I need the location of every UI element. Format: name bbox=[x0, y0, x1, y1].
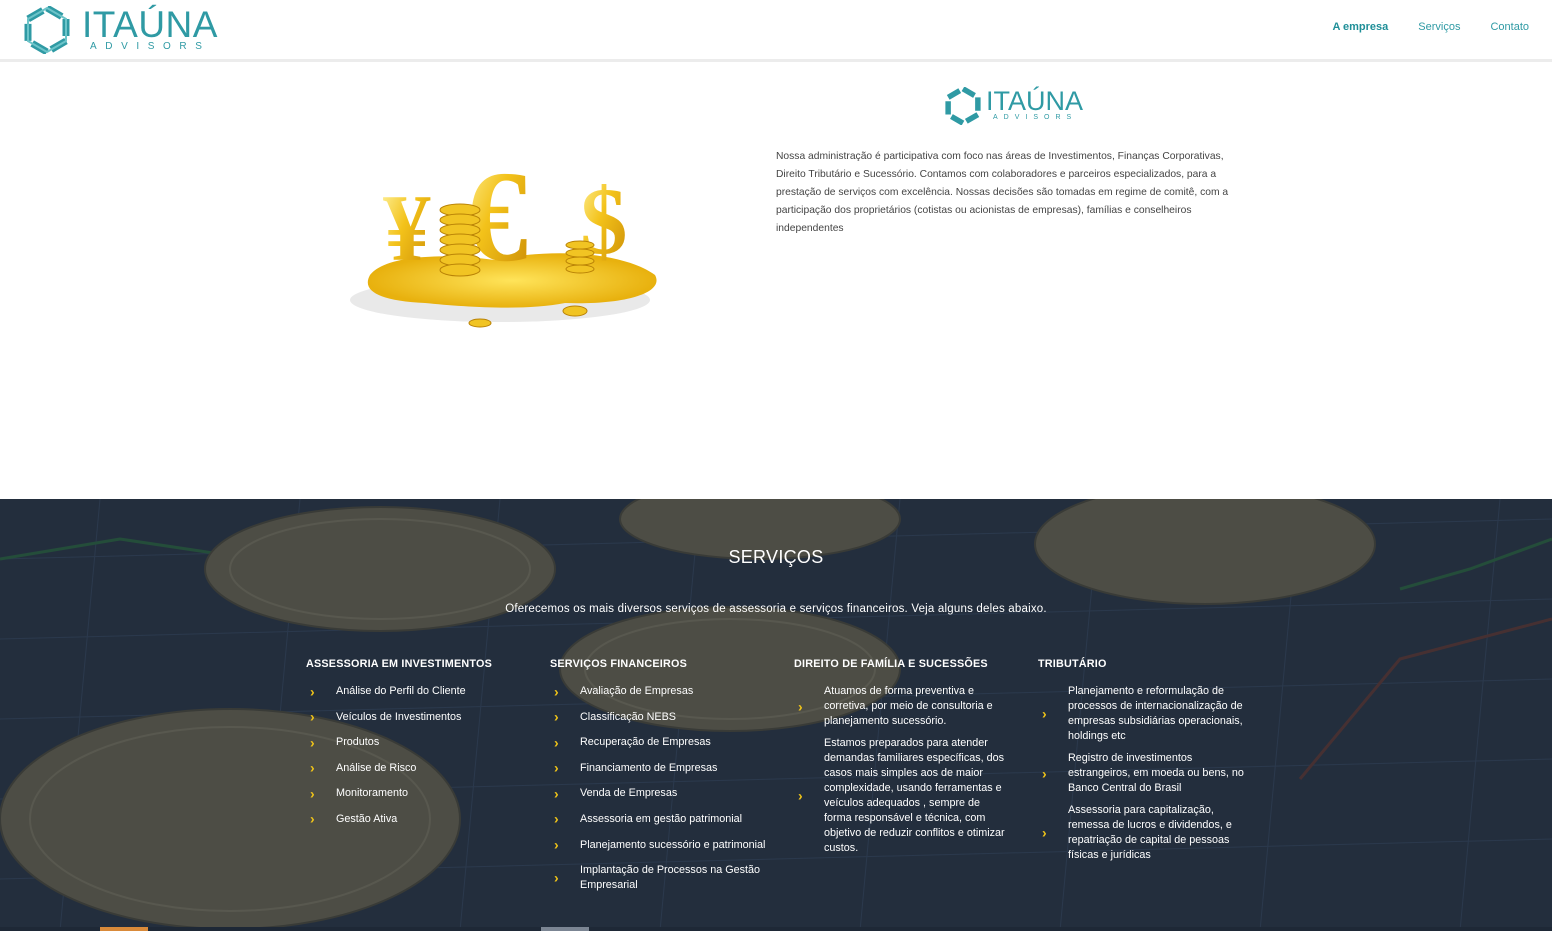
chevron-right-icon: › bbox=[310, 708, 315, 725]
service-label: Assessoria em gestão patrimonial bbox=[580, 812, 743, 825]
list-item[interactable]: › Planejamento e reformulação de processo… bbox=[1038, 684, 1248, 744]
scroll-indicator bbox=[541, 927, 589, 931]
service-list: › Avaliação de Empresas › Classificação NE… bbox=[550, 684, 780, 893]
chevron-right-icon: › bbox=[798, 698, 803, 714]
chevron-right-icon: › bbox=[554, 836, 559, 853]
service-label: Análise de Risco bbox=[336, 761, 417, 774]
list-item[interactable]: › Análise do Perfil do Cliente bbox=[306, 684, 536, 699]
about-brand-tagline: ADVISORS bbox=[993, 114, 1078, 121]
services-subtitle: Oferecemos os mais diversos serviços de … bbox=[505, 603, 1047, 615]
chevron-right-icon: › bbox=[310, 810, 315, 827]
services-column-investimentos: ASSESSORIA EM INVESTIMENTOS › Análise do … bbox=[306, 658, 536, 838]
service-label: Veículos de Investimentos bbox=[336, 710, 462, 723]
list-item[interactable]: › Classificação NEBS bbox=[550, 708, 780, 725]
list-item[interactable]: › Implantação de Processos na Gestão Empr… bbox=[550, 863, 800, 893]
service-label: Venda de Empresas bbox=[580, 787, 678, 800]
nav-item-a-empresa[interactable]: A empresa bbox=[1332, 21, 1388, 33]
list-item[interactable]: › Análise de Risco bbox=[306, 759, 536, 776]
about-description: Nossa administração é participativa com … bbox=[776, 151, 1229, 235]
service-label: Financiamento de Empresas bbox=[580, 761, 718, 774]
list-item[interactable]: › Venda de Empresas bbox=[550, 786, 780, 801]
column-heading: TRIBUTÁRIO bbox=[1038, 658, 1107, 670]
hexagon-logo-icon bbox=[945, 87, 981, 125]
chevron-right-icon: › bbox=[554, 869, 559, 886]
column-heading: ASSESSORIA EM INVESTIMENTOS bbox=[306, 658, 492, 670]
svg-text:¥: ¥ bbox=[383, 175, 431, 281]
service-label: Gestão Ativa bbox=[336, 812, 398, 825]
column-heading: DIREITO DE FAMÍLIA E SUCESSÕES bbox=[794, 658, 988, 670]
list-item[interactable]: › Avaliação de Empresas bbox=[550, 684, 780, 699]
hexagon-logo-icon bbox=[24, 6, 70, 54]
chevron-right-icon: › bbox=[554, 708, 559, 725]
footer-strip bbox=[0, 927, 1552, 931]
chevron-right-icon: › bbox=[1042, 705, 1047, 722]
service-label: Estamos preparados para atender demandas… bbox=[824, 737, 1005, 854]
service-label: Planejamento sucessório e patrimonial bbox=[580, 838, 766, 851]
chevron-right-icon: › bbox=[310, 785, 315, 802]
list-item[interactable]: › Produtos bbox=[306, 735, 536, 750]
service-label: Implantação de Processos na Gestão Empre… bbox=[580, 864, 761, 892]
list-item[interactable]: › Registro de investimentos estrangeiros,… bbox=[1038, 751, 1248, 796]
nav-item-servicos[interactable]: Serviços bbox=[1418, 21, 1460, 33]
list-item[interactable]: › Planejamento sucessório e patrimonial bbox=[550, 836, 770, 853]
chevron-right-icon: › bbox=[310, 759, 315, 776]
list-item[interactable]: › Assessoria em gestão patrimonial bbox=[550, 810, 780, 827]
column-heading: SERVIÇOS FINANCEIROS bbox=[550, 658, 687, 670]
list-item[interactable]: › Gestão Ativa bbox=[306, 810, 536, 827]
services-title: SERVIÇOS bbox=[728, 547, 824, 567]
services-column-familia: DIREITO DE FAMÍLIA E SUCESSÕES › Atuamos … bbox=[794, 658, 1009, 863]
service-list: › Planejamento e reformulação de processo… bbox=[1038, 684, 1248, 863]
brand-tagline: ADVISORS bbox=[90, 41, 211, 52]
chevron-right-icon: › bbox=[554, 810, 559, 827]
service-list: › Atuamos de forma preventiva e corretiva… bbox=[794, 684, 1009, 856]
services-column-tributario: TRIBUTÁRIO › Planejamento e reformulação … bbox=[1038, 658, 1248, 870]
brand-name: ITAÚNA bbox=[82, 4, 218, 45]
about-brand-name: ITAÚNA bbox=[986, 86, 1084, 116]
chevron-right-icon: › bbox=[310, 734, 315, 751]
service-label: Registro de investimentos estrangeiros, … bbox=[1068, 752, 1244, 794]
service-label: Classificação NEBS bbox=[580, 710, 677, 723]
site-header: ITAÚNA ADVISORS A empresa Serviços Conta… bbox=[0, 0, 1552, 62]
chevron-right-icon: › bbox=[798, 787, 803, 804]
list-item[interactable]: › Atuamos de forma preventiva e corretiva… bbox=[794, 684, 1009, 729]
main-nav: A empresa Serviços Contato bbox=[1332, 21, 1529, 33]
list-item[interactable]: › Financiamento de Empresas bbox=[550, 759, 780, 776]
nav-item-contato[interactable]: Contato bbox=[1490, 21, 1529, 33]
service-label: Assessoria para capitalização, remessa d… bbox=[1068, 804, 1232, 861]
chevron-right-icon: › bbox=[554, 683, 559, 699]
chevron-right-icon: › bbox=[1042, 824, 1047, 841]
currency-gold-symbols-image: ¥ € $ bbox=[350, 145, 657, 328]
chevron-right-icon: › bbox=[554, 759, 559, 776]
service-label: Avaliação de Empresas bbox=[580, 685, 694, 697]
service-label: Recuperação de Empresas bbox=[580, 736, 711, 749]
service-label: Planejamento e reformulação de processos… bbox=[1068, 685, 1243, 742]
service-label: Produtos bbox=[336, 736, 380, 749]
chevron-right-icon: › bbox=[554, 734, 559, 751]
list-item[interactable]: › Assessoria para capitalização, remessa … bbox=[1038, 803, 1248, 863]
chevron-right-icon: › bbox=[1042, 765, 1047, 781]
about-logo: ITAÚNA ADVISORS bbox=[945, 86, 1095, 127]
services-column-financeiros: SERVIÇOS FINANCEIROS › Avaliação de Empre… bbox=[550, 658, 780, 904]
service-list: › Análise do Perfil do Cliente › Veículos … bbox=[306, 684, 536, 827]
service-label: Análise do Perfil do Cliente bbox=[336, 685, 466, 697]
list-item[interactable]: › Monitoramento bbox=[306, 786, 536, 801]
list-item[interactable]: › Estamos preparados para atender demanda… bbox=[794, 736, 1009, 856]
service-label: Monitoramento bbox=[336, 787, 409, 800]
services-section: SERVIÇOS Oferecemos os mais diversos ser… bbox=[0, 499, 1552, 931]
service-label: Atuamos de forma preventiva e corretiva,… bbox=[824, 685, 993, 727]
chevron-right-icon: › bbox=[310, 683, 315, 699]
list-item[interactable]: › Recuperação de Empresas bbox=[550, 735, 780, 750]
list-item[interactable]: › Veículos de Investimentos bbox=[306, 708, 536, 725]
chevron-right-icon: › bbox=[554, 785, 559, 802]
scroll-indicator bbox=[100, 927, 148, 931]
